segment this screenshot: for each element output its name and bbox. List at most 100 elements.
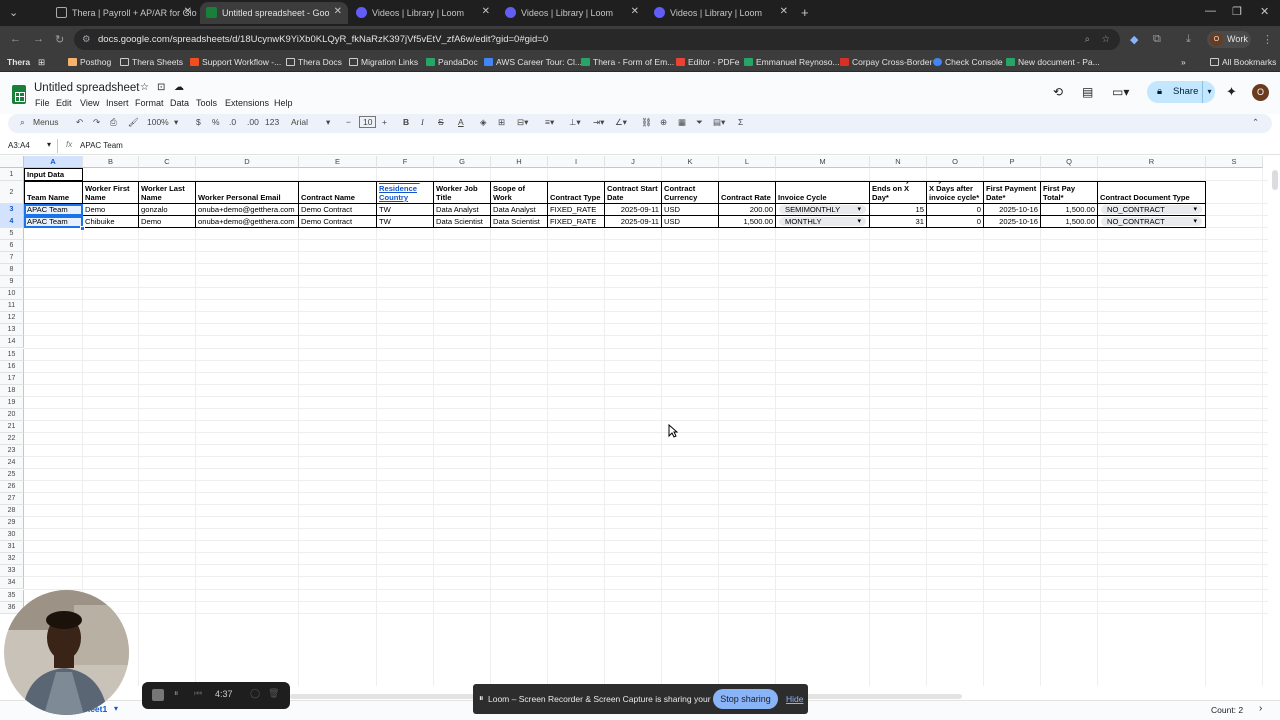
- row-header-15[interactable]: 15: [0, 348, 24, 361]
- bookmark-item[interactable]: Support Workflow -...: [190, 57, 281, 67]
- column-header-p[interactable]: P: [984, 156, 1041, 168]
- gemini-icon[interactable]: ✦: [1226, 84, 1237, 100]
- close-window-icon[interactable]: ✕: [1260, 5, 1269, 18]
- camera-bubble[interactable]: [4, 590, 129, 715]
- share-button[interactable]: 🔒︎ Share ▾: [1147, 81, 1215, 103]
- data-cell-d4[interactable]: onuba+demo@getthera.com: [196, 216, 299, 228]
- data-cell-p3[interactable]: 2025-10-16: [984, 204, 1041, 216]
- move-folder-icon[interactable]: ⊡: [157, 82, 165, 93]
- italic-icon[interactable]: I: [421, 117, 424, 127]
- hide-button[interactable]: Hide: [786, 694, 803, 704]
- data-cell-j3[interactable]: 2025-09-11: [605, 204, 662, 216]
- chevron-down-icon[interactable]: ▾: [857, 217, 861, 226]
- select-all-corner[interactable]: [0, 156, 24, 168]
- number-format[interactable]: 123: [265, 117, 279, 127]
- reload-icon[interactable]: ↻: [55, 33, 64, 46]
- align-vertical-icon[interactable]: ⊥▾: [569, 117, 581, 128]
- data-cell-c3[interactable]: gonzalo: [139, 204, 196, 216]
- selection-count[interactable]: Count: 2: [1211, 705, 1243, 715]
- draw-icon[interactable]: ◯: [250, 688, 260, 699]
- menu-file[interactable]: File: [35, 98, 50, 108]
- bookmark-item[interactable]: New document - Pa...: [1006, 57, 1100, 67]
- bookmark-item[interactable]: PandaDoc: [426, 57, 478, 67]
- bookmark-item[interactable]: Thera Sheets: [120, 57, 183, 67]
- data-cell-l4[interactable]: 1,500.00: [719, 216, 776, 228]
- maximize-icon[interactable]: ❐: [1232, 5, 1242, 18]
- profile-pill[interactable]: O Work: [1207, 31, 1251, 48]
- chevron-down-icon[interactable]: ▾: [857, 205, 861, 214]
- close-icon[interactable]: ✕: [482, 6, 490, 17]
- bookmark-item[interactable]: AWS Career Tour: Cl...: [484, 57, 582, 67]
- data-cell-c4[interactable]: Demo: [139, 216, 196, 228]
- menu-tools[interactable]: Tools: [196, 98, 217, 108]
- insert-comment-icon[interactable]: ⊕: [660, 117, 667, 128]
- chevron-down-icon[interactable]: ▾: [326, 117, 330, 128]
- menu-extensions[interactable]: Extensions: [225, 98, 269, 108]
- row-header-4[interactable]: 4: [0, 216, 24, 228]
- bookmark-item[interactable]: Posthog: [68, 57, 111, 67]
- row-header-11[interactable]: 11: [0, 300, 24, 313]
- row-header-26[interactable]: 26: [0, 481, 24, 494]
- column-header-f[interactable]: F: [377, 156, 434, 168]
- data-cell-l3[interactable]: 200.00: [719, 204, 776, 216]
- insert-link-icon[interactable]: ⛓︎: [641, 117, 652, 128]
- column-header-q[interactable]: Q: [1041, 156, 1098, 168]
- delete-icon[interactable]: 🗑︎: [268, 688, 279, 699]
- restart-icon[interactable]: ⏮: [194, 688, 202, 699]
- font-size-increase-icon[interactable]: +: [382, 117, 387, 127]
- data-cell-k3[interactable]: USD: [662, 204, 719, 216]
- row-header-29[interactable]: 29: [0, 517, 24, 530]
- dropdown-chip[interactable]: NO_CONTRACT ▾: [1101, 217, 1202, 226]
- bookmark-item[interactable]: Check Console: [933, 57, 1003, 67]
- more-menu-icon[interactable]: ⋮: [1262, 33, 1273, 46]
- column-header-g[interactable]: G: [434, 156, 491, 168]
- text-wrapping-icon[interactable]: ⇥▾: [593, 117, 604, 128]
- merge-cells-icon[interactable]: ⊟▾: [517, 117, 528, 128]
- fill-color-icon[interactable]: ◈: [480, 117, 487, 128]
- close-icon[interactable]: ✕: [780, 6, 788, 17]
- menu-view[interactable]: View: [80, 98, 99, 108]
- data-cell-m3[interactable]: SEMIMONTHLY ▾: [776, 204, 870, 216]
- undo-icon[interactable]: ↶: [76, 117, 83, 128]
- tab-search-icon[interactable]: ⌄: [9, 6, 18, 19]
- data-cell-a4[interactable]: APAC Team: [24, 216, 83, 228]
- data-cell-n3[interactable]: 15: [870, 204, 927, 216]
- row-header-28[interactable]: 28: [0, 505, 24, 518]
- header-cell-m[interactable]: Invoice Cycle: [776, 181, 870, 204]
- menu-format[interactable]: Format: [135, 98, 164, 108]
- collapse-toolbar-icon[interactable]: ⌃: [1252, 117, 1259, 128]
- chevron-down-icon[interactable]: ▾: [1193, 205, 1197, 214]
- stop-record-icon[interactable]: [152, 689, 164, 701]
- bold-icon[interactable]: B: [403, 117, 409, 127]
- vertical-scrollbar[interactable]: [1272, 170, 1278, 190]
- section-title-cell[interactable]: Input Data: [24, 168, 83, 181]
- header-cell-o[interactable]: Payment Due X Days after invoice cycle*: [927, 181, 984, 204]
- header-cell-h[interactable]: Scope of Work: [491, 181, 548, 204]
- insert-chart-icon[interactable]: ▦: [678, 117, 686, 128]
- data-cell-q3[interactable]: 1,500.00: [1041, 204, 1098, 216]
- print-icon[interactable]: ⎙: [110, 117, 117, 128]
- dropdown-chip[interactable]: NO_CONTRACT ▾: [1101, 205, 1202, 214]
- row-header-33[interactable]: 33: [0, 565, 24, 578]
- close-icon[interactable]: ✕: [184, 6, 192, 17]
- header-cell-g[interactable]: Worker Job Title: [434, 181, 491, 204]
- data-cell-g3[interactable]: Data Analyst: [434, 204, 491, 216]
- filter-views-icon[interactable]: ▤▾: [713, 117, 725, 128]
- data-cell-o3[interactable]: 0: [927, 204, 984, 216]
- data-cell-i4[interactable]: FIXED_RATE: [548, 216, 605, 228]
- percent-format[interactable]: %: [212, 117, 220, 127]
- meet-icon[interactable]: ▭▾: [1112, 85, 1129, 99]
- row-header-30[interactable]: 30: [0, 529, 24, 542]
- row-header-12[interactable]: 12: [0, 312, 24, 325]
- functions-icon[interactable]: Σ: [738, 117, 743, 127]
- data-cell-j4[interactable]: 2025-09-11: [605, 216, 662, 228]
- row-header-2[interactable]: 2: [0, 181, 24, 204]
- row-header-8[interactable]: 8: [0, 264, 24, 277]
- bookmark-item[interactable]: Corpay Cross-Border: [840, 57, 932, 67]
- header-cell-c[interactable]: Worker Last Name: [139, 181, 196, 204]
- chevron-down-icon[interactable]: ▾: [174, 117, 178, 128]
- menu-edit[interactable]: Edit: [56, 98, 72, 108]
- bookmark-item[interactable]: Thera Docs: [286, 57, 342, 67]
- column-header-k[interactable]: K: [662, 156, 719, 168]
- currency-format[interactable]: $: [196, 117, 201, 127]
